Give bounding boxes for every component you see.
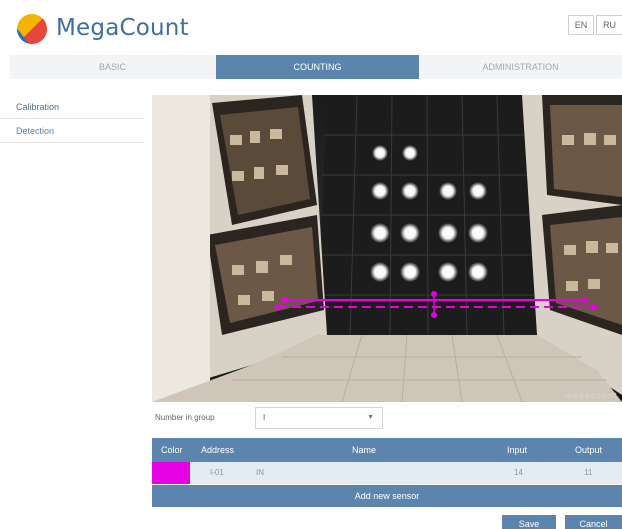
save-button[interactable]: Save xyxy=(502,515,556,529)
col-output: Output xyxy=(575,445,603,455)
row-address: I-01 xyxy=(210,468,224,477)
tab-basic[interactable]: BASIC xyxy=(10,55,215,79)
tab-administration[interactable]: ADMINISTRATION xyxy=(419,55,622,79)
cancel-button[interactable]: Cancel xyxy=(565,515,622,529)
camera-image xyxy=(152,95,622,402)
group-label: Number in group xyxy=(155,413,215,422)
add-sensor-button[interactable]: Add new sensor xyxy=(152,485,622,507)
col-name: Name xyxy=(352,445,377,455)
sensor-table: Color Address Name Input Output I-01 IN … xyxy=(152,438,622,507)
sensor-color-swatch[interactable] xyxy=(152,462,190,484)
chevron-down-icon: ▼ xyxy=(367,414,374,421)
lang-en-button[interactable]: EN xyxy=(568,15,594,35)
camera-watermark: megacount xyxy=(564,391,618,400)
group-select[interactable]: I ▼ xyxy=(255,407,383,429)
col-color: Color xyxy=(161,445,183,455)
sidebar-item-calibration[interactable]: Calibration xyxy=(0,95,145,119)
row-output: 11 xyxy=(584,468,593,477)
camera-view[interactable]: megacount xyxy=(152,95,622,402)
col-address: Address xyxy=(201,445,235,455)
lang-ru-button[interactable]: RU xyxy=(596,15,622,35)
col-input: Input xyxy=(507,445,528,455)
sidebar: Calibration Detection xyxy=(0,95,145,143)
group-select-value: I xyxy=(263,413,266,422)
table-header: Color Address Name Input Output xyxy=(152,438,622,462)
megacount-logo-icon xyxy=(17,14,47,44)
sidebar-item-detection[interactable]: Detection xyxy=(0,119,145,143)
row-input: 14 xyxy=(514,468,523,477)
main-nav: BASIC COUNTING ADMINISTRATION xyxy=(10,55,622,79)
table-row[interactable]: I-01 IN 14 11 xyxy=(152,462,622,484)
brand-title: MegaCount xyxy=(56,15,189,41)
row-name: IN xyxy=(256,468,264,477)
tab-counting[interactable]: COUNTING xyxy=(216,55,419,79)
header: MegaCount EN RU xyxy=(0,0,622,54)
